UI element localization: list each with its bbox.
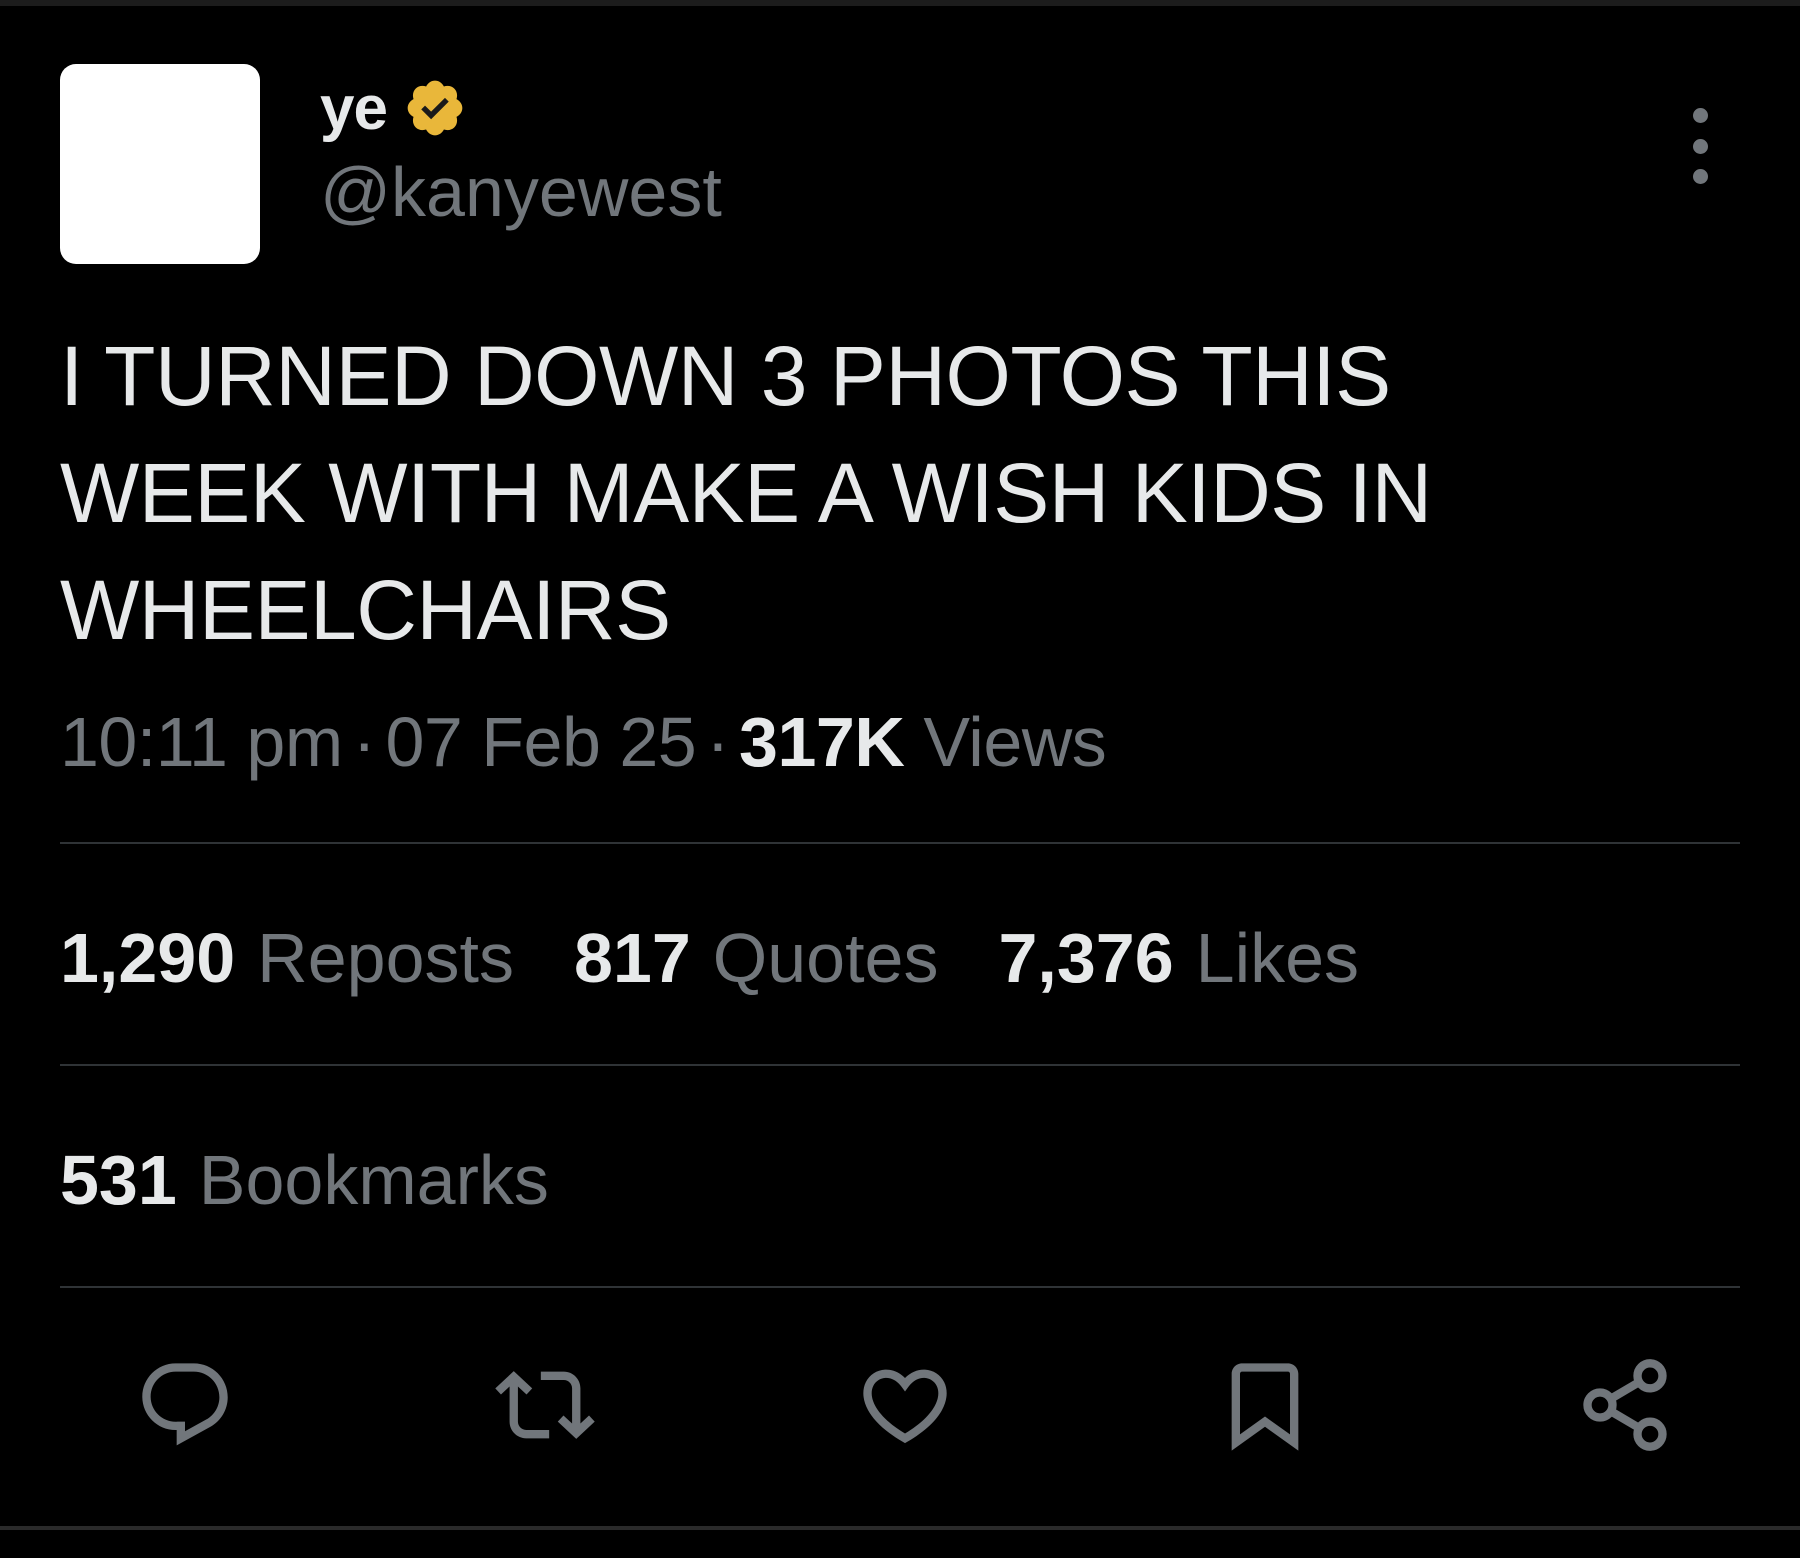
engagement-stats: 1,290 Reposts 817 Quotes 7,376 Likes	[60, 918, 1359, 998]
tweet-time[interactable]: 10:11 pm	[60, 703, 343, 781]
quotes-label: Quotes	[712, 919, 939, 997]
tweet-detail: ye @kanyewest I TURNED DOWN 3 PHOTOS THI…	[0, 0, 1800, 1558]
action-bar	[100, 1350, 1720, 1460]
bottom-edge	[0, 1526, 1800, 1530]
author-name-row[interactable]: ye	[320, 68, 467, 148]
more-dot	[1692, 138, 1708, 154]
bookmark-icon[interactable]	[1210, 1350, 1320, 1460]
views-label: Views	[923, 703, 1107, 781]
quotes-stat[interactable]: 817 Quotes	[574, 918, 939, 998]
bookmarks-count: 531	[60, 1141, 177, 1219]
likes-label: Likes	[1195, 919, 1360, 997]
tweet-date[interactable]: 07 Feb 25	[385, 703, 696, 781]
meta-separator: ·	[352, 703, 376, 781]
reposts-count: 1,290	[60, 919, 236, 997]
likes-count: 7,376	[998, 919, 1174, 997]
more-dot	[1692, 108, 1708, 123]
avatar[interactable]	[60, 64, 260, 264]
repost-icon[interactable]	[490, 1350, 600, 1460]
tweet-meta: 10:11 pm · 07 Feb 25 · 317K Views	[60, 702, 1107, 782]
bookmarks-label: Bookmarks	[198, 1141, 549, 1219]
divider	[60, 842, 1740, 844]
meta-separator: ·	[706, 703, 730, 781]
display-name[interactable]: ye	[320, 73, 388, 144]
reposts-label: Reposts	[257, 919, 514, 997]
quotes-count: 817	[573, 919, 691, 997]
verified-badge-icon	[403, 76, 467, 140]
more-options-icon[interactable]	[1676, 108, 1724, 184]
like-icon[interactable]	[850, 1350, 960, 1460]
reposts-stat[interactable]: 1,290 Reposts	[60, 918, 514, 998]
share-icon[interactable]	[1570, 1350, 1680, 1460]
views-count: 317K	[739, 703, 905, 781]
more-dot	[1692, 169, 1708, 184]
divider	[60, 1286, 1740, 1288]
top-edge	[0, 0, 1800, 6]
tweet-text: I TURNED DOWN 3 PHOTOS THIS WEEK WITH MA…	[60, 329, 1432, 657]
bookmarks-stat[interactable]: 531 Bookmarks	[60, 1140, 549, 1220]
author-handle[interactable]: @kanyewest	[320, 152, 722, 232]
divider	[60, 1064, 1740, 1066]
reply-icon[interactable]	[130, 1350, 240, 1460]
likes-stat[interactable]: 7,376 Likes	[998, 918, 1359, 998]
